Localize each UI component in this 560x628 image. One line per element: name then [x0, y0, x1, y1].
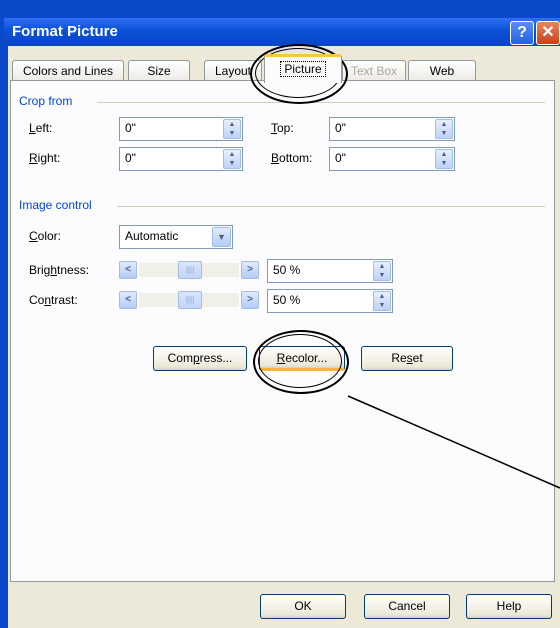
pointer-line	[347, 395, 560, 489]
tab-picture[interactable]: Picture	[264, 54, 342, 83]
tab-label: Picture	[280, 61, 326, 77]
